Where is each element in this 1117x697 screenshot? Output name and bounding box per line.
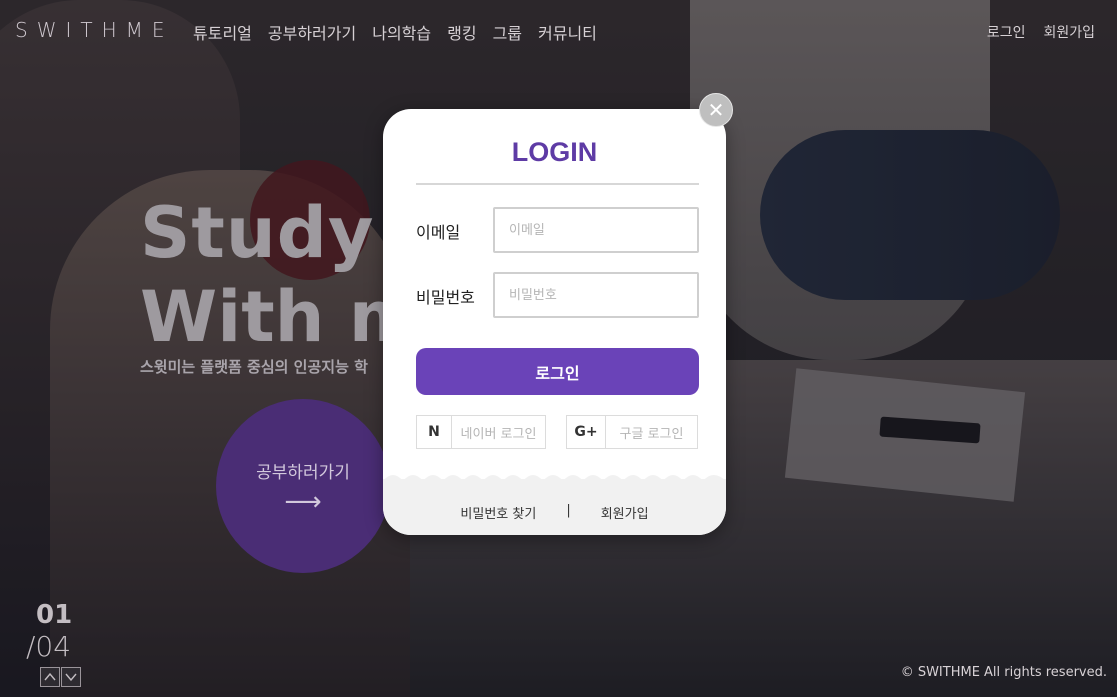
login-button[interactable]: 로그인 — [416, 348, 699, 395]
close-icon[interactable]: ✕ — [699, 93, 733, 127]
study-cta-label: 공부하러가기 — [256, 462, 350, 483]
nav-item-study[interactable]: 공부하러가기 — [268, 20, 356, 44]
hero-subtitle: 스윗미는 플랫폼 중심의 인공지능 학 — [140, 358, 368, 376]
find-password-link[interactable]: 비밀번호 찾기 — [460, 503, 536, 522]
slide-total: /04 — [26, 630, 72, 663]
google-login-label: 구글 로그인 — [619, 426, 684, 442]
naver-login-label: 네이버 로그인 — [460, 426, 537, 442]
chevron-up-icon[interactable] — [40, 667, 60, 687]
nav-item-group[interactable]: 그룹 — [493, 20, 522, 44]
naver-icon: N — [417, 416, 452, 448]
copyright-text: © SWITHME All rights reserved. — [900, 665, 1107, 680]
nav-item-ranking[interactable]: 랭킹 — [447, 20, 476, 44]
study-cta-button[interactable]: 공부하러가기 ⟶ — [216, 399, 390, 573]
header-signup-link[interactable]: 회원가입 — [1043, 22, 1095, 42]
google-icon: G+ — [567, 416, 606, 448]
hero-title-line2: With m — [140, 276, 422, 358]
arrow-right-icon: ⟶ — [284, 486, 322, 517]
scalloped-edge — [383, 475, 726, 481]
signup-link[interactable]: 회원가입 — [601, 503, 649, 522]
password-field[interactable] — [493, 272, 699, 318]
slide-current: 01 — [36, 600, 73, 630]
modal-title: LOGIN — [511, 137, 598, 167]
title-divider — [416, 183, 699, 185]
slide-controls — [40, 667, 82, 687]
nav-item-tutorial[interactable]: 튜토리얼 — [193, 20, 252, 44]
hero-title-line1: Study — [140, 192, 375, 274]
modal-footer-links: 비밀번호 찾기 | 회원가입 — [383, 503, 726, 522]
main-nav: 튜토리얼 공부하러가기 나의학습 랭킹 그룹 커뮤니티 — [193, 20, 597, 44]
auth-links: 로그인 회원가입 — [987, 22, 1095, 42]
login-modal: LOGIN 이메일 비밀번호 로그인 N 네이버 로그인 G+ 구글 로그인 비… — [383, 109, 726, 535]
header-login-link[interactable]: 로그인 — [987, 22, 1026, 42]
naver-login-button[interactable]: N 네이버 로그인 — [416, 415, 546, 449]
chevron-down-icon[interactable] — [61, 667, 81, 687]
google-login-button[interactable]: G+ 구글 로그인 — [566, 415, 698, 449]
nav-item-my-learning[interactable]: 나의학습 — [372, 20, 431, 44]
email-label: 이메일 — [416, 223, 461, 242]
nav-item-community[interactable]: 커뮤니티 — [538, 20, 597, 44]
site-logo[interactable]: SWITHME — [15, 18, 174, 42]
password-label: 비밀번호 — [416, 288, 475, 307]
email-field[interactable] — [493, 207, 699, 253]
footer-separator: | — [566, 503, 571, 518]
